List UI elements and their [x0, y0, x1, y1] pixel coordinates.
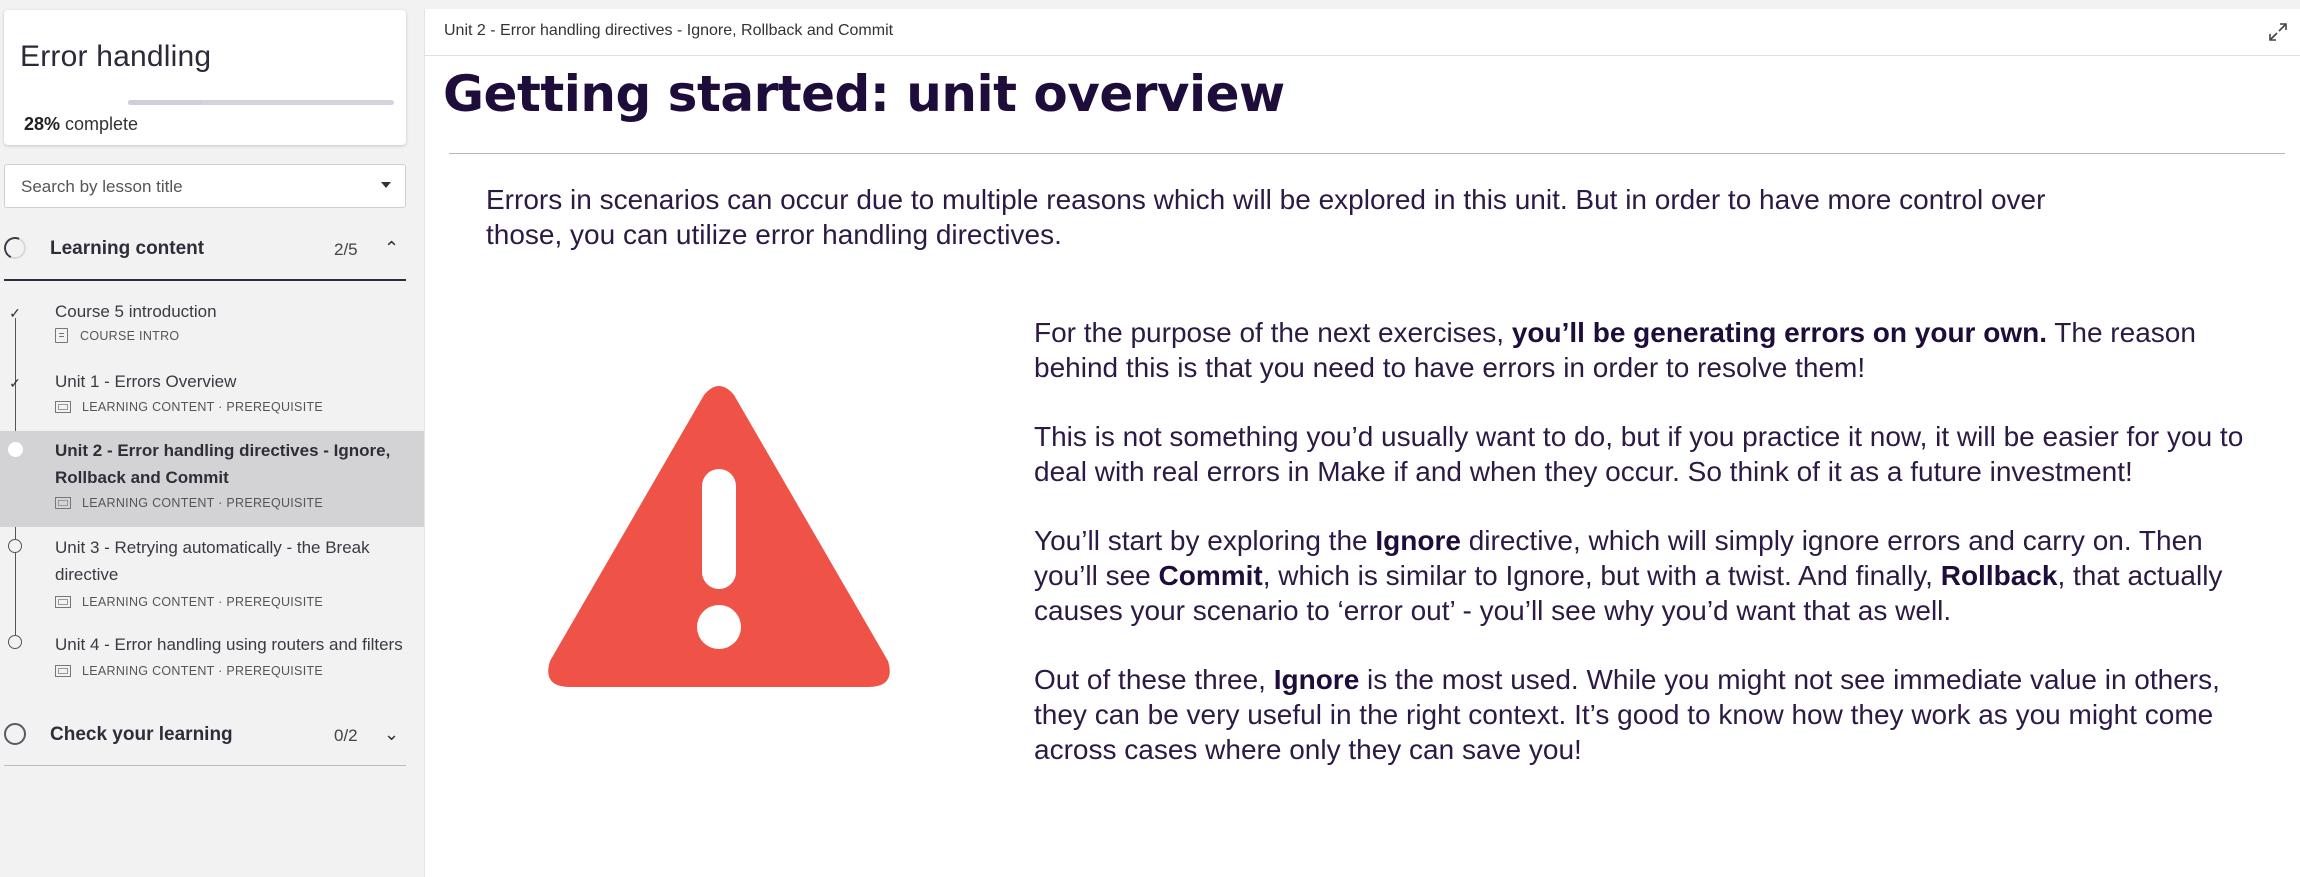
lesson-title: Unit 2 - Error handling directives - Ign… [55, 441, 391, 487]
lesson-status-circle [8, 635, 22, 649]
screen-icon [55, 596, 71, 608]
lesson-item-unit-3[interactable]: Unit 3 - Retrying automatically - the Br… [0, 534, 424, 624]
lesson-meta: LEARNING CONTENT · PREREQUISITE [55, 595, 323, 609]
lesson-item-unit-1[interactable]: ✓ Unit 1 - Errors Overview LEARNING CONT… [0, 367, 424, 425]
emphasis-text: you’ll be generating errors on your own. [1511, 317, 2047, 348]
lesson-item-course-intro[interactable]: ✓ Course 5 introduction COURSE INTRO [0, 296, 424, 354]
lesson-meta: LEARNING CONTENT · PREREQUISITE [55, 664, 323, 678]
expand-icon[interactable] [2269, 23, 2287, 41]
lesson-body: For the purpose of the next exercises, y… [1034, 315, 2274, 801]
lesson-type: LEARNING CONTENT · PREREQUISITE [82, 664, 324, 678]
section-check-your-learning[interactable]: Check your learning 0/2 ⌄ [0, 710, 406, 760]
progress-bar [128, 100, 394, 105]
emphasis-text: Commit [1158, 560, 1263, 591]
section-label: Check your learning [50, 724, 233, 745]
chevron-down-icon[interactable]: ⌄ [384, 724, 399, 745]
course-header-card: Error handling 28% complete [4, 10, 406, 145]
lesson-title: Unit 4 - Error handling using routers an… [55, 635, 403, 654]
screen-icon [55, 665, 71, 677]
body-paragraph: You’ll start by exploring the Ignore dir… [1034, 523, 2274, 628]
lesson-type: LEARNING CONTENT · PREREQUISITE [82, 595, 324, 609]
chevron-up-icon[interactable]: ⌃ [384, 238, 399, 259]
lesson-type: LEARNING CONTENT · PREREQUISITE [82, 400, 324, 414]
lesson-item-unit-4[interactable]: Unit 4 - Error handling using routers an… [0, 631, 424, 691]
current-lesson-dot [8, 442, 23, 457]
text-span: Out of these three, [1034, 664, 1274, 695]
emphasis-text: Ignore [1375, 525, 1461, 556]
lesson-meta: LEARNING CONTENT · PREREQUISITE [55, 496, 323, 510]
lesson-meta: LEARNING CONTENT · PREREQUISITE [55, 400, 323, 414]
lesson-type: LEARNING CONTENT · PREREQUISITE [82, 496, 324, 510]
emphasis-text: Ignore [1273, 664, 1360, 695]
caret-down-icon[interactable] [381, 182, 391, 188]
progress-text: 28% complete [24, 114, 138, 135]
progress-ring-icon [0, 233, 30, 263]
text-span: You’ll start by exploring the [1034, 525, 1376, 556]
progress-bar-fill [128, 100, 203, 105]
checkmark-icon: ✓ [9, 305, 21, 321]
section-divider [4, 765, 406, 766]
progress-percent: 28% [24, 114, 61, 134]
lesson-title: Unit 1 - Errors Overview [55, 372, 237, 391]
body-paragraph: This is not something you’d usually want… [1034, 421, 2244, 487]
lesson-search-dropdown[interactable] [4, 164, 406, 209]
section-count: 0/2 [334, 726, 358, 745]
section-label: Learning content [50, 238, 205, 259]
emphasis-text: Rollback [1940, 560, 2058, 591]
course-title: Error handling [20, 40, 212, 73]
screen-icon [55, 497, 71, 509]
lesson-title: Unit 3 - Retrying automatically - the Br… [55, 538, 370, 584]
breadcrumb: Unit 2 - Error handling directives - Ign… [444, 22, 894, 39]
lesson-content-panel: Unit 2 - Error handling directives - Ign… [424, 9, 2300, 877]
lesson-status-circle [8, 539, 22, 553]
intro-paragraph: Errors in scenarios can occur due to mul… [486, 184, 2046, 250]
page-title: Getting started: unit overview [443, 65, 1285, 123]
lesson-meta: COURSE INTRO [55, 328, 179, 343]
body-paragraph: Out of these three, Ignore is the most u… [1034, 662, 2274, 767]
title-divider [449, 153, 2285, 154]
course-sidebar: Error handling 28% complete Learning con… [0, 0, 424, 877]
text-span: , which is similar to Ignore, but with a… [1262, 560, 1941, 591]
lesson-title: Course 5 introduction [55, 302, 217, 321]
warning-triangle-icon [548, 386, 890, 687]
lesson-topbar: Unit 2 - Error handling directives - Ign… [425, 9, 2300, 56]
progress-label: complete [60, 114, 139, 134]
screen-icon [55, 401, 71, 413]
lesson-type: COURSE INTRO [80, 328, 180, 343]
section-count: 2/5 [334, 240, 358, 259]
lesson-search-input[interactable] [19, 165, 363, 209]
text-span: For the purpose of the next exercises, [1034, 317, 1512, 348]
body-paragraph: For the purpose of the next exercises, y… [1034, 315, 2274, 385]
progress-ring-icon [4, 723, 26, 745]
lesson-item-unit-2[interactable]: Unit 2 - Error handling directives - Ign… [0, 431, 424, 527]
section-divider [4, 279, 406, 281]
section-learning-content[interactable]: Learning content 2/5 ⌃ [0, 224, 406, 274]
document-icon [55, 328, 68, 343]
checkmark-icon: ✓ [9, 375, 21, 391]
